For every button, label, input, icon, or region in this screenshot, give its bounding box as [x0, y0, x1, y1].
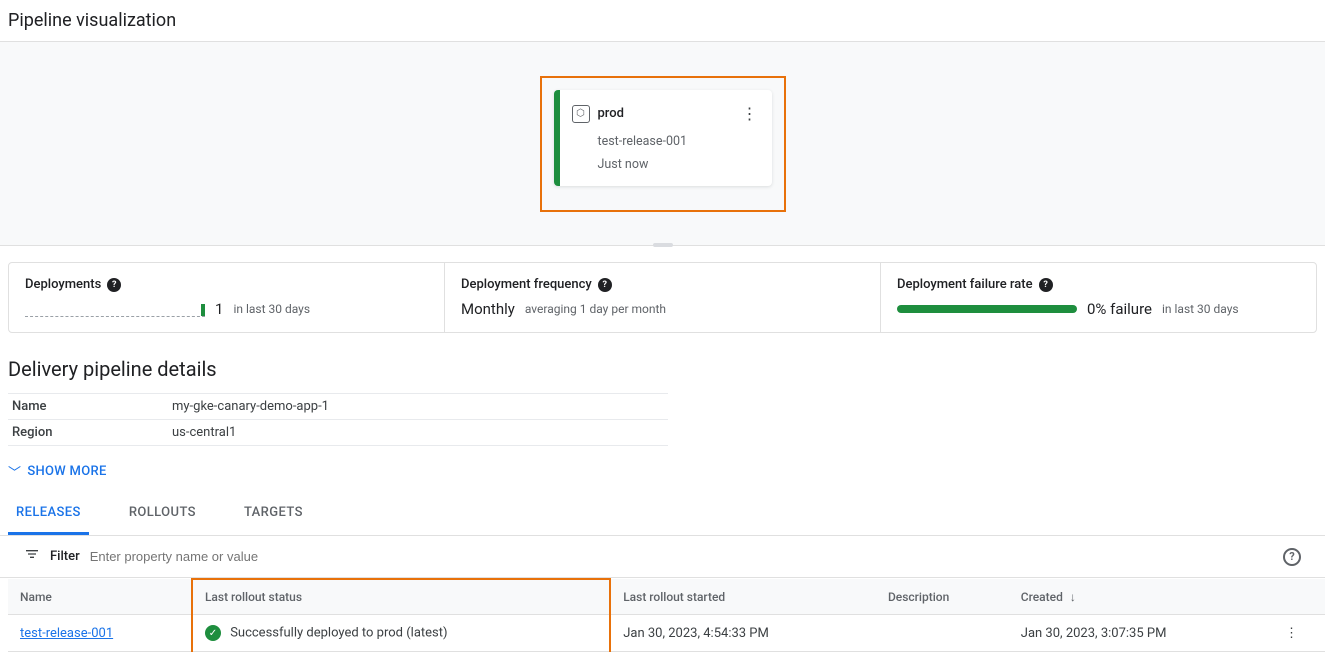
frequency-value: Monthly — [461, 300, 515, 318]
release-link[interactable]: test-release-001 — [20, 626, 113, 641]
stat-frequency-title: Deployment frequency — [461, 277, 592, 292]
stage-release: test-release-001 — [598, 134, 762, 149]
viz-section-title: Pipeline visualization — [0, 0, 1325, 41]
failure-value: 0% failure — [1087, 300, 1152, 318]
highlight-box: ⬡ prod ⋮ test-release-001 Just now — [540, 76, 786, 212]
stage-name: prod — [598, 106, 624, 121]
col-created[interactable]: Created ↓ — [1009, 579, 1273, 615]
deployments-sparkline — [25, 301, 205, 317]
failure-period: in last 30 days — [1162, 302, 1239, 316]
stats-row: Deployments ? 1 in last 30 days Deployme… — [8, 262, 1317, 333]
filter-label: Filter — [50, 549, 80, 564]
show-more-button[interactable]: ﹀ SHOW MORE — [0, 450, 1325, 493]
deployments-count: 1 — [215, 300, 223, 318]
filter-icon — [24, 546, 40, 567]
stat-frequency: Deployment frequency ? Monthly averaging… — [445, 263, 881, 332]
rollout-status-text: Successfully deployed to prod (latest) — [230, 625, 447, 640]
kubernetes-icon: ⬡ — [572, 105, 590, 123]
col-status[interactable]: Last rollout status — [192, 579, 610, 615]
tab-releases[interactable]: RELEASES — [8, 493, 89, 535]
filter-input[interactable] — [90, 549, 1273, 564]
sort-desc-icon: ↓ — [1070, 590, 1076, 604]
stat-failure: Deployment failure rate ? 0% failure in … — [881, 263, 1316, 332]
stat-failure-title: Deployment failure rate — [897, 277, 1033, 292]
row-overflow-menu[interactable]: ⋮ — [1273, 615, 1325, 652]
show-more-label: SHOW MORE — [27, 464, 106, 479]
tab-rollouts[interactable]: ROLLOUTS — [121, 493, 204, 535]
detail-region-label: Region — [8, 420, 168, 446]
help-icon[interactable]: ? — [1283, 548, 1301, 566]
stat-deployments: Deployments ? 1 in last 30 days — [9, 263, 445, 332]
col-started[interactable]: Last rollout started — [610, 579, 876, 615]
col-name[interactable]: Name — [8, 579, 192, 615]
deployments-period: in last 30 days — [233, 302, 310, 316]
rollout-description — [876, 615, 1009, 652]
stage-card-prod[interactable]: ⬡ prod ⋮ test-release-001 Just now — [554, 90, 772, 186]
help-icon[interactable]: ? — [107, 278, 121, 292]
tab-targets[interactable]: TARGETS — [236, 493, 311, 535]
filter-bar: Filter ? — [0, 536, 1325, 578]
rollout-created: Jan 30, 2023, 3:07:35 PM — [1009, 615, 1273, 652]
viz-canvas: ⬡ prod ⋮ test-release-001 Just now — [0, 41, 1325, 246]
help-icon[interactable]: ? — [1039, 278, 1053, 292]
col-created-label: Created — [1021, 590, 1063, 604]
details-table: Name my-gke-canary-demo-app-1 Region us-… — [8, 393, 668, 446]
stage-time: Just now — [598, 157, 762, 172]
detail-name-value: my-gke-canary-demo-app-1 — [168, 394, 668, 420]
releases-table: Name Last rollout status Last rollout st… — [8, 578, 1325, 652]
stage-overflow-menu[interactable]: ⋮ — [738, 102, 762, 126]
detail-region-value: us-central1 — [168, 420, 668, 446]
col-description[interactable]: Description — [876, 579, 1009, 615]
stat-deployments-title: Deployments — [25, 277, 101, 292]
tabs-bar: RELEASES ROLLOUTS TARGETS — [0, 493, 1325, 536]
details-title: Delivery pipeline details — [0, 349, 1325, 389]
help-icon[interactable]: ? — [598, 278, 612, 292]
chevron-down-icon: ﹀ — [8, 462, 21, 481]
detail-name-label: Name — [8, 394, 168, 420]
success-check-icon: ✓ — [205, 625, 221, 641]
rollout-started: Jan 30, 2023, 4:54:33 PM — [610, 615, 876, 652]
failure-bar — [897, 305, 1077, 313]
table-row[interactable]: test-release-001 ✓ Successfully deployed… — [8, 615, 1325, 652]
resize-handle[interactable] — [653, 243, 673, 247]
frequency-detail: averaging 1 day per month — [525, 302, 666, 316]
